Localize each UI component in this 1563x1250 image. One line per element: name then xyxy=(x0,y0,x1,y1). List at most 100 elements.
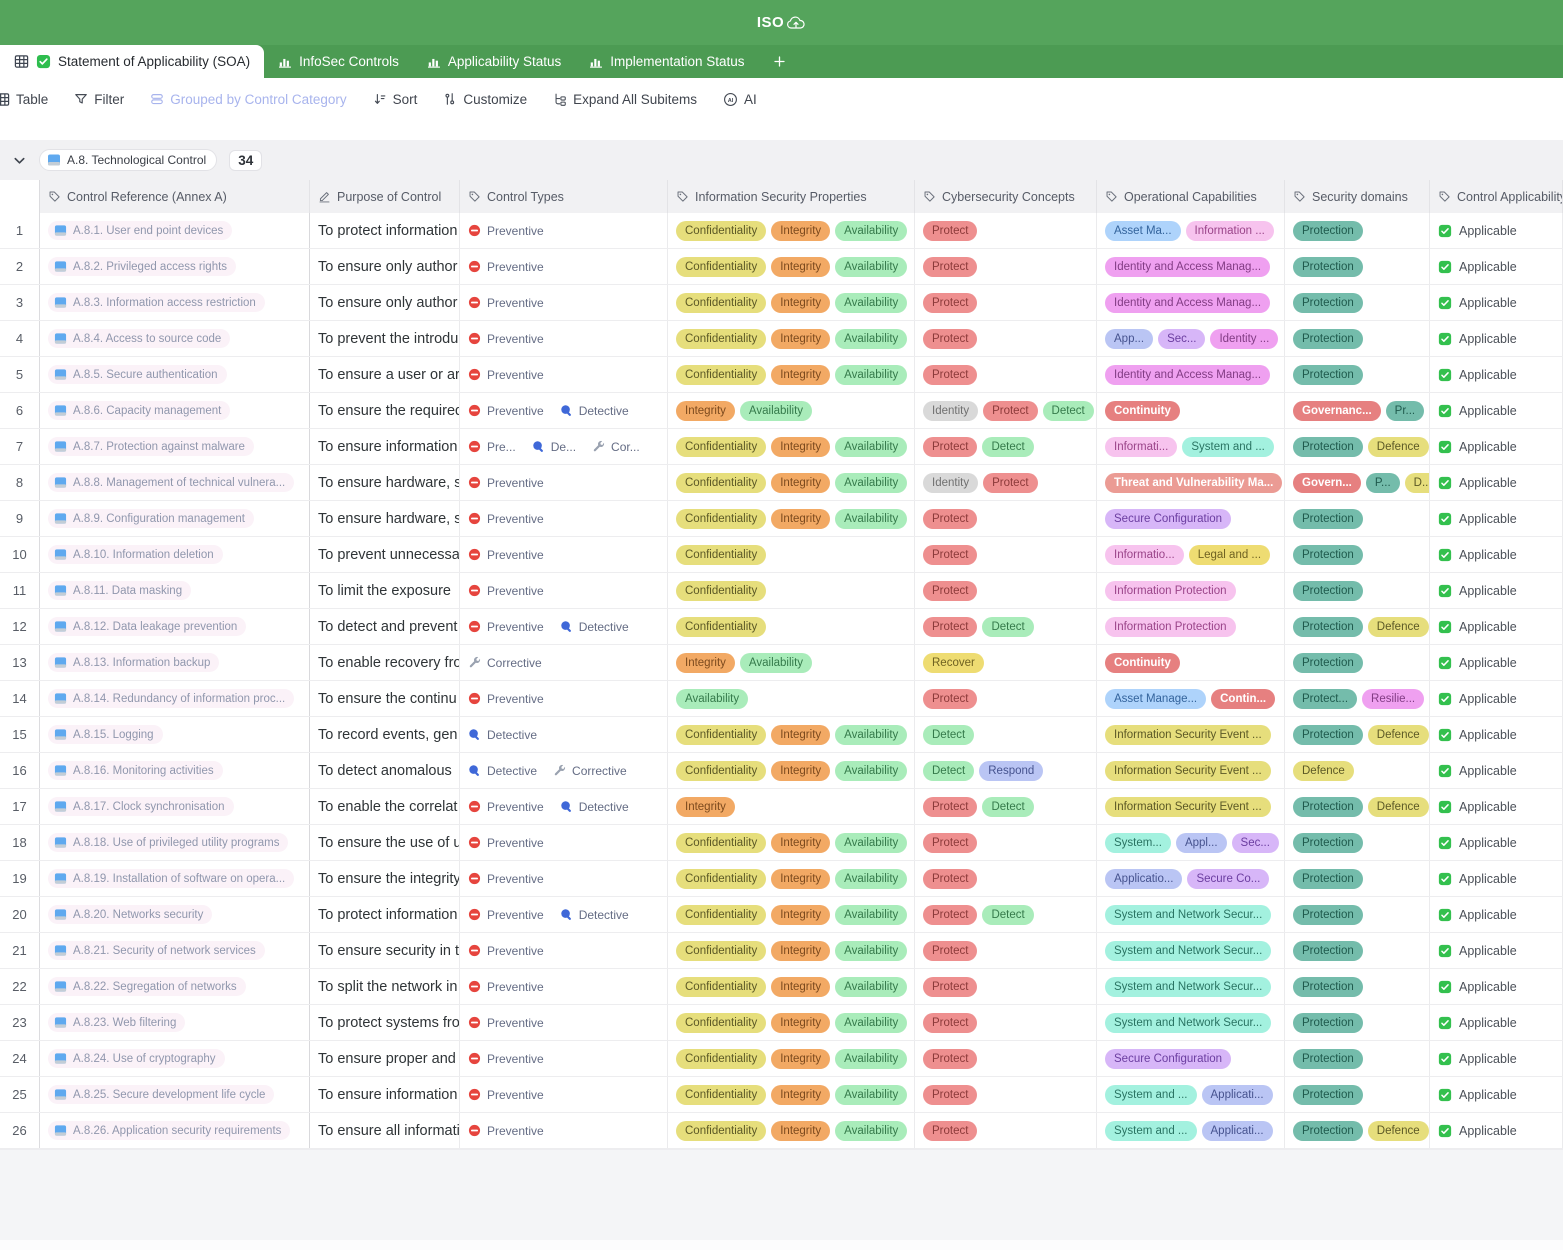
infosec-properties-cell[interactable]: Confidentiality xyxy=(668,609,915,644)
applicable-value[interactable]: Applicable xyxy=(1438,332,1517,346)
row-number[interactable]: 5 xyxy=(0,357,40,392)
tag-pill[interactable]: Confidentiality xyxy=(676,257,766,277)
infosec-properties-cell[interactable]: ConfidentialityIntegrityAvailability xyxy=(668,825,915,860)
toolbar-ai[interactable]: AIAI xyxy=(723,92,757,107)
control-type-item[interactable]: De... xyxy=(532,440,576,454)
control-applicability-cell[interactable]: Applicable xyxy=(1430,645,1563,680)
column-header-cybersecurity-concepts[interactable]: Cybersecurity Concepts xyxy=(915,180,1097,213)
tag-pill[interactable]: Integrity xyxy=(676,797,735,817)
purpose-cell[interactable]: To prevent the introdu xyxy=(310,321,460,356)
control-type-item[interactable]: Corrective xyxy=(468,656,542,670)
linked-record-chip[interactable]: A.8.26. Application security requirement… xyxy=(48,1121,290,1140)
tab-infosec-controls[interactable]: InfoSec Controls xyxy=(264,45,413,78)
tag-pill[interactable]: Detect xyxy=(982,905,1033,925)
tag-pill[interactable]: Availability xyxy=(835,329,907,349)
tag-pill[interactable]: Confidentiality xyxy=(676,293,766,313)
tag-pill[interactable]: Protect xyxy=(923,1121,977,1141)
row-number[interactable]: 3 xyxy=(0,285,40,320)
applicable-value[interactable]: Applicable xyxy=(1438,440,1517,454)
column-header-security-domains[interactable]: Security domains xyxy=(1285,180,1430,213)
tag-pill[interactable]: Availability xyxy=(835,257,907,277)
control-reference-cell[interactable]: A.8.3. Information access restriction xyxy=(40,285,310,320)
tag-pill[interactable]: Availability xyxy=(835,905,907,925)
control-types-cell[interactable]: Preventive xyxy=(460,1113,668,1148)
control-types-cell[interactable]: Preventive xyxy=(460,321,668,356)
cybersecurity-concepts-cell[interactable]: Protect xyxy=(915,933,1097,968)
operational-capabilities-cell[interactable]: Informatio...Legal and ... xyxy=(1097,537,1285,572)
tag-pill[interactable]: Availability xyxy=(835,761,907,781)
operational-capabilities-cell[interactable]: System and Network Secur... xyxy=(1097,933,1285,968)
tag-pill[interactable]: Availability xyxy=(835,509,907,529)
security-domains-cell[interactable]: ProtectionDefence xyxy=(1285,429,1430,464)
tag-pill[interactable]: Protection xyxy=(1293,833,1363,853)
applicable-value[interactable]: Applicable xyxy=(1438,764,1517,778)
tag-pill[interactable]: App... xyxy=(1105,329,1153,349)
control-reference-cell[interactable]: A.8.22. Segregation of networks xyxy=(40,969,310,1004)
tag-pill[interactable]: Protect xyxy=(923,329,977,349)
tag-pill[interactable]: Defence xyxy=(1368,725,1429,745)
control-reference-cell[interactable]: A.8.1. User end point devices xyxy=(40,213,310,248)
linked-record-chip[interactable]: A.8.8. Management of technical vulnera..… xyxy=(48,473,294,492)
control-applicability-cell[interactable]: Applicable xyxy=(1430,933,1563,968)
control-applicability-cell[interactable]: Applicable xyxy=(1430,1005,1563,1040)
control-applicability-cell[interactable]: Applicable xyxy=(1430,1041,1563,1076)
tag-pill[interactable]: Protection xyxy=(1293,509,1363,529)
tag-pill[interactable]: Integrity xyxy=(676,653,735,673)
tag-pill[interactable]: Availability xyxy=(835,941,907,961)
tag-pill[interactable]: Defence xyxy=(1368,797,1429,817)
control-reference-cell[interactable]: A.8.18. Use of privileged utility progra… xyxy=(40,825,310,860)
tag-pill[interactable]: Confidentiality xyxy=(676,725,766,745)
row-number[interactable]: 18 xyxy=(0,825,40,860)
control-reference-cell[interactable]: A.8.17. Clock synchronisation xyxy=(40,789,310,824)
control-types-cell[interactable]: Preventive xyxy=(460,573,668,608)
security-domains-cell[interactable]: Protection xyxy=(1285,1077,1430,1112)
control-type-item[interactable]: Preventive xyxy=(468,260,544,274)
control-type-item[interactable]: Detective xyxy=(468,728,537,742)
control-type-item[interactable]: Preventive xyxy=(468,476,544,490)
tag-pill[interactable]: System and ... xyxy=(1105,1085,1197,1105)
tag-pill[interactable]: Protect xyxy=(923,293,977,313)
operational-capabilities-cell[interactable]: Identity and Access Manag... xyxy=(1097,357,1285,392)
cybersecurity-concepts-cell[interactable]: IdentityProtectDetect xyxy=(915,393,1097,428)
security-domains-cell[interactable]: Governanc...Pr... xyxy=(1285,393,1430,428)
tag-pill[interactable]: Sec... xyxy=(1158,329,1205,349)
linked-record-chip[interactable]: A.8.16. Monitoring activities xyxy=(48,761,223,780)
cybersecurity-concepts-cell[interactable]: Protect xyxy=(915,249,1097,284)
column-header-operational-capabilities[interactable]: Operational Capabilities xyxy=(1097,180,1285,213)
row-number[interactable]: 9 xyxy=(0,501,40,536)
control-reference-cell[interactable]: A.8.12. Data leakage prevention xyxy=(40,609,310,644)
security-domains-cell[interactable]: Protection xyxy=(1285,501,1430,536)
infosec-properties-cell[interactable]: ConfidentialityIntegrityAvailability xyxy=(668,501,915,536)
row-number[interactable]: 16 xyxy=(0,753,40,788)
security-domains-cell[interactable]: Govern...P...D... xyxy=(1285,465,1430,500)
control-applicability-cell[interactable]: Applicable xyxy=(1430,609,1563,644)
tag-pill[interactable]: Detect xyxy=(982,617,1033,637)
infosec-properties-cell[interactable]: IntegrityAvailability xyxy=(668,645,915,680)
applicable-value[interactable]: Applicable xyxy=(1438,728,1517,742)
tag-pill[interactable]: Protect xyxy=(923,941,977,961)
purpose-cell[interactable]: To ensure hardware, s xyxy=(310,501,460,536)
control-types-cell[interactable]: PreventiveDetective xyxy=(460,789,668,824)
infosec-properties-cell[interactable]: Confidentiality xyxy=(668,573,915,608)
applicable-value[interactable]: Applicable xyxy=(1438,908,1517,922)
infosec-properties-cell[interactable]: ConfidentialityIntegrityAvailability xyxy=(668,753,915,788)
control-types-cell[interactable]: PreventiveDetective xyxy=(460,897,668,932)
tag-pill[interactable]: Protect xyxy=(923,977,977,997)
linked-record-chip[interactable]: A.8.6. Capacity management xyxy=(48,401,230,420)
tag-pill[interactable]: Detect xyxy=(923,725,974,745)
linked-record-chip[interactable]: A.8.4. Access to source code xyxy=(48,329,230,348)
tag-pill[interactable]: Confidentiality xyxy=(676,1013,766,1033)
linked-record-chip[interactable]: A.8.9. Configuration management xyxy=(48,509,254,528)
tag-pill[interactable]: Defence xyxy=(1368,437,1429,457)
cybersecurity-concepts-cell[interactable]: ProtectDetect xyxy=(915,897,1097,932)
infosec-properties-cell[interactable]: ConfidentialityIntegrityAvailability xyxy=(668,1077,915,1112)
operational-capabilities-cell[interactable]: Information Security Event ... xyxy=(1097,753,1285,788)
purpose-cell[interactable]: To ensure proper and xyxy=(310,1041,460,1076)
control-types-cell[interactable]: Preventive xyxy=(460,501,668,536)
control-reference-cell[interactable]: A.8.16. Monitoring activities xyxy=(40,753,310,788)
row-number[interactable]: 21 xyxy=(0,933,40,968)
tag-pill[interactable]: Confidentiality xyxy=(676,833,766,853)
tag-pill[interactable]: Availability xyxy=(835,833,907,853)
control-types-cell[interactable]: PreventiveDetective xyxy=(460,393,668,428)
control-reference-cell[interactable]: A.8.8. Management of technical vulnera..… xyxy=(40,465,310,500)
